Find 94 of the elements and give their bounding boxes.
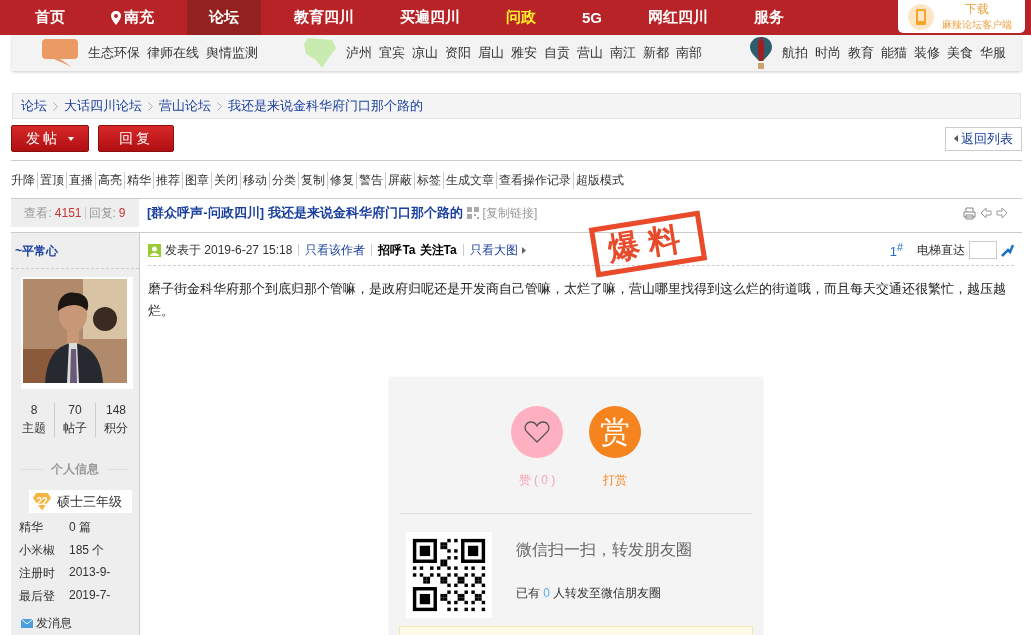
subnav-link[interactable]: 凉山 <box>412 44 438 62</box>
share-count-text: 已有 0 人转发至微信朋友圈 <box>516 585 663 602</box>
subnav-link[interactable]: 营山 <box>577 44 603 62</box>
stat-label: 帖子 <box>63 420 87 437</box>
subnav-link[interactable]: 律师在线 <box>147 44 199 62</box>
subnav-link[interactable]: 泸州 <box>346 44 372 62</box>
nav-link[interactable]: 首页 <box>22 0 78 35</box>
moderation-link[interactable]: 屏蔽 <box>385 172 414 189</box>
breadcrumb-link[interactable]: 论坛 <box>21 97 47 115</box>
breadcrumb-link[interactable]: 大话四川论坛 <box>64 97 142 115</box>
moderation-link[interactable]: 关闭 <box>211 172 240 189</box>
follow-link[interactable]: 关注Ta <box>419 241 457 259</box>
moderation-link[interactable]: 修复 <box>327 172 356 189</box>
moderation-link[interactable]: 生成文章 <box>443 172 496 189</box>
send-message-link[interactable]: 发消息 <box>36 615 72 632</box>
moderation-link[interactable]: 精华 <box>124 172 153 189</box>
moderation-link[interactable]: 警告 <box>356 172 385 189</box>
subnav-link[interactable]: 生态环保 <box>88 44 140 62</box>
subnav-link[interactable]: 南江 <box>610 44 636 62</box>
field-label: 小米椒 <box>19 542 56 559</box>
post-date: 发表于 2019-6-27 15:18 <box>165 241 293 259</box>
author-name[interactable]: ~平常心 <box>15 244 58 258</box>
subnav-link[interactable]: 美食 <box>947 44 973 62</box>
subnav-link[interactable]: 能猫 <box>881 44 907 62</box>
author-only-link[interactable]: 只看该作者 <box>305 241 366 259</box>
moderation-link[interactable]: 分类 <box>269 172 298 189</box>
stat-label: 主题 <box>22 420 46 437</box>
moderation-link[interactable]: 推荐 <box>153 172 182 189</box>
level-name: 硕士三年级 <box>57 492 122 511</box>
nav-link[interactable]: 服务 <box>741 0 797 35</box>
moderation-link[interactable]: 置顶 <box>37 172 66 189</box>
breadcrumb-link[interactable]: 我还是来说金科华府门口那个路的 <box>228 97 423 115</box>
views-label: 查看: <box>24 204 52 222</box>
moderation-link[interactable]: 复制 <box>298 172 327 189</box>
subnav-link[interactable]: 南部 <box>676 44 702 62</box>
nav-link[interactable]: 南充 <box>98 0 167 35</box>
breadcrumb-link[interactable]: 营山论坛 <box>159 97 211 115</box>
post-content: 磨子街金科华府那个到底归那个管嘛，是政府归呢还是开发商自己管嘛，太烂了嘛，营山哪里找得到这么烂的街道哦，而且每天交通还很繁忙，越压越烂。 <box>148 280 1007 320</box>
subnav-link[interactable]: 自贡 <box>544 44 570 62</box>
field-value: 2013-9- <box>69 565 112 581</box>
like-count: 赞 ( 0 ) <box>518 472 556 489</box>
nav-link[interactable]: 问政 <box>493 0 549 35</box>
reply-button[interactable]: 回复 <box>98 125 174 152</box>
subnav-link[interactable]: 资阳 <box>445 44 471 62</box>
field-label: 注册时 <box>19 565 56 582</box>
level-badge: 22 <box>33 492 51 511</box>
stat-label: 积分 <box>104 420 128 437</box>
nav-link[interactable]: 网红四川 <box>635 0 721 35</box>
section-heading: 个人信息 <box>51 461 99 478</box>
subnav-link[interactable]: 航拍 <box>782 44 808 62</box>
stat-value[interactable]: 8 <box>30 403 38 417</box>
nav-link[interactable]: 5G <box>569 0 615 35</box>
moderation-link[interactable]: 高亮 <box>95 172 124 189</box>
wechat-share-title: 微信扫一扫，转发朋友圈 <box>516 540 692 560</box>
field-value: 185 个 <box>69 542 106 559</box>
subnav-link[interactable]: 装修 <box>914 44 940 62</box>
reward-label: 打赏 <box>603 472 627 489</box>
subnav-link[interactable]: 教育 <box>848 44 874 62</box>
stat-value[interactable]: 148 <box>106 403 126 417</box>
moderation-link[interactable]: 直播 <box>66 172 95 189</box>
nav-link[interactable]: 买遍四川 <box>387 0 473 35</box>
big-images-link[interactable]: 只看大图 <box>469 241 518 259</box>
subnav-link[interactable]: 宜宾 <box>379 44 405 62</box>
moderation-link[interactable]: 查看操作记录 <box>496 172 573 189</box>
nav-link[interactable]: 教育四川 <box>281 0 367 35</box>
moderation-link[interactable]: 升降 <box>11 172 37 189</box>
field-label: 精华 <box>19 519 44 536</box>
subnav-link[interactable]: 眉山 <box>478 44 504 62</box>
subnav-link[interactable]: 新都 <box>643 44 669 62</box>
nav-link[interactable]: 论坛 <box>187 0 261 35</box>
field-label: 最后登 <box>19 588 56 605</box>
views-count: 4151 <box>54 206 82 220</box>
moderation-link[interactable]: 标签 <box>414 172 443 189</box>
moderation-link[interactable]: 移动 <box>240 172 269 189</box>
replies-label: 回复: <box>88 204 116 222</box>
subnav-link[interactable]: 华服 <box>980 44 1006 62</box>
jump-label: 电梯直达 <box>917 241 965 259</box>
stamp: 爆料 <box>588 210 708 278</box>
subnav-link[interactable]: 时尚 <box>815 44 841 62</box>
replies-count: 9 <box>118 206 126 220</box>
greet-link[interactable]: 招呼Ta <box>378 241 416 259</box>
field-value: 2019-7- <box>69 588 112 604</box>
moderation-link[interactable]: 图章 <box>182 172 211 189</box>
back-to-list-button[interactable]: 返回列表 <box>945 126 1022 151</box>
stat-value[interactable]: 70 <box>68 403 82 417</box>
subnav-link[interactable]: 雅安 <box>511 44 537 62</box>
thread-title: [群众呼声-问政四川] 我还是来说金科华府门口那个路的 <box>147 204 463 222</box>
floor-number: 1$^{#}$ <box>889 240 903 260</box>
download-title: 下载 <box>965 1 989 18</box>
field-value: 0 篇 <box>69 519 92 536</box>
moderation-link[interactable]: 超版模式 <box>573 172 626 189</box>
download-subtitle: 麻辣论坛客户端 <box>942 18 1012 32</box>
subnav-link[interactable]: 舆情监测 <box>206 44 258 62</box>
new-post-button[interactable]: 发帖 <box>11 125 89 152</box>
